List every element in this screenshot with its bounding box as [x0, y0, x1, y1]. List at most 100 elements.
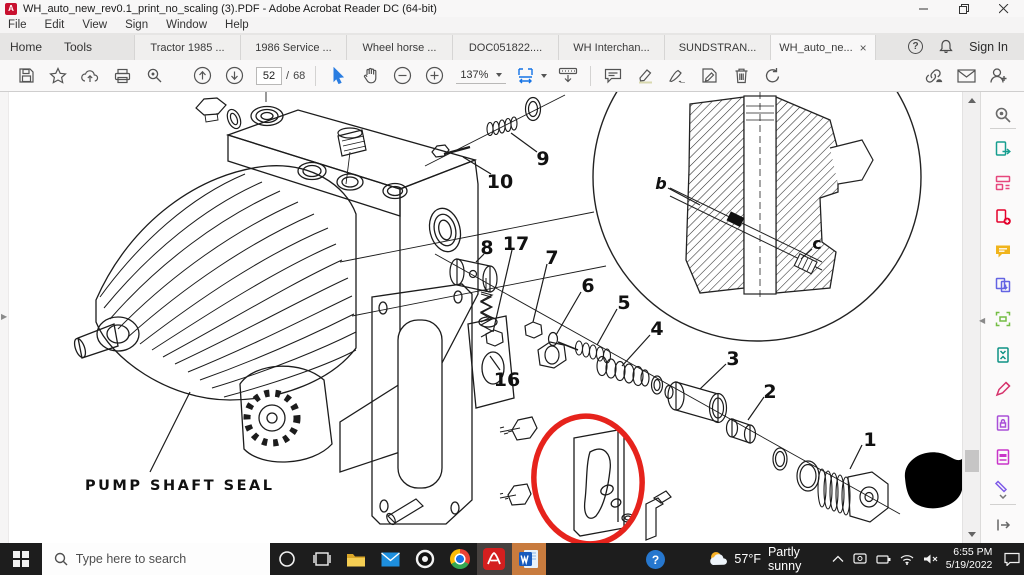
tray-power-icon[interactable] — [876, 554, 891, 565]
acrobat-window: A WH_auto_new_rev0.1_print_no_scaling (3… — [0, 0, 1024, 575]
combine-files-icon[interactable] — [981, 272, 1024, 298]
doc-tab-wh-interchange[interactable]: WH Interchan... — [558, 35, 664, 60]
main-toolbar: / 68 137% — [0, 60, 1024, 92]
left-panel-expand-icon[interactable]: ▶ — [1, 312, 7, 321]
page-number-input[interactable] — [256, 66, 282, 85]
menu-view[interactable]: View — [82, 19, 107, 31]
task-view-icon[interactable] — [304, 543, 339, 575]
comment-icon[interactable] — [600, 63, 626, 89]
doc-tab-tractor-1985[interactable]: Tractor 1985 ... — [134, 35, 240, 60]
email-icon[interactable] — [953, 63, 979, 89]
pdf-document-area: 1 2 3 4 5 6 7 8 9 10 16 17 b c PUMP SHAF… — [0, 92, 1024, 543]
chevron-down-icon — [496, 73, 503, 77]
windows-logo-icon — [13, 551, 29, 567]
menu-sign[interactable]: Sign — [125, 19, 148, 31]
trash-icon[interactable] — [728, 63, 754, 89]
save-icon[interactable] — [13, 63, 39, 89]
zoom-out-icon[interactable] — [389, 63, 415, 89]
print-icon[interactable] — [109, 63, 135, 89]
ring-app-icon[interactable] — [408, 543, 443, 575]
chevron-down-icon — [541, 73, 548, 78]
menu-file[interactable]: File — [8, 19, 27, 31]
word-taskbar-icon[interactable] — [511, 543, 547, 575]
expand-panel-icon[interactable] — [981, 512, 1024, 538]
tray-chevron-up-icon[interactable] — [832, 555, 844, 563]
partly-sunny-icon — [709, 552, 727, 565]
fit-width-icon[interactable] — [515, 63, 549, 89]
rotate-icon[interactable] — [760, 63, 786, 89]
cortana-icon[interactable] — [270, 543, 305, 575]
edit-pdf-icon[interactable] — [981, 306, 1024, 332]
comment-tool-icon[interactable] — [981, 238, 1024, 264]
highlight-icon[interactable] — [632, 63, 658, 89]
sign-in-button[interactable]: Sign In — [969, 40, 1008, 54]
upload-cloud-icon[interactable] — [77, 63, 103, 89]
svg-text:?: ? — [652, 553, 659, 567]
start-button[interactable] — [0, 543, 42, 575]
tab-tools[interactable]: Tools — [52, 33, 104, 60]
tab-close-icon[interactable]: × — [860, 41, 867, 55]
weather-widget[interactable]: 57°F Partly sunny — [707, 543, 828, 575]
tab-bar: Home Tools Tractor 1985 ... 1986 Service… — [0, 33, 1024, 60]
scrollbar-thumb[interactable] — [965, 450, 979, 472]
file-explorer-icon[interactable] — [339, 543, 374, 575]
zoom-level-value: 137% — [460, 69, 489, 81]
clock-date: 5/19/2022 — [945, 559, 993, 571]
get-help-icon[interactable]: ? — [638, 543, 673, 575]
mail-icon[interactable] — [374, 543, 409, 575]
scroll-up-icon[interactable] — [963, 92, 981, 109]
doc-tab-doc051822[interactable]: DOC051822.... — [452, 35, 558, 60]
menu-help[interactable]: Help — [225, 19, 249, 31]
red-circle-annotation[interactable] — [527, 410, 650, 543]
compress-pdf-icon[interactable] — [981, 342, 1024, 368]
callout-4: 4 — [650, 318, 663, 340]
stamp-icon[interactable] — [696, 63, 722, 89]
vertical-scrollbar[interactable] — [962, 92, 980, 543]
find-icon[interactable] — [141, 63, 167, 89]
close-button[interactable] — [984, 0, 1024, 17]
doc-tab-sundstrand[interactable]: SUNDSTRAN... — [664, 35, 770, 60]
taskbar-search[interactable]: Type here to search — [41, 543, 270, 575]
export-pdf-icon[interactable] — [981, 136, 1024, 162]
menu-edit[interactable]: Edit — [45, 19, 65, 31]
doc-tab-1986-service[interactable]: 1986 Service ... — [240, 35, 346, 60]
redact-icon[interactable] — [981, 444, 1024, 470]
scroll-mode-icon[interactable] — [555, 63, 581, 89]
star-favorite-icon[interactable] — [45, 63, 71, 89]
tray-wifi-icon[interactable] — [900, 554, 914, 565]
fill-sign-tool-icon[interactable] — [981, 376, 1024, 402]
hand-tool-icon[interactable] — [357, 63, 383, 89]
organize-pages-icon[interactable] — [981, 170, 1024, 196]
more-tools-icon[interactable] — [981, 476, 1024, 502]
acrobat-taskbar-icon[interactable] — [477, 543, 512, 575]
menu-window[interactable]: Window — [166, 19, 207, 31]
restore-button[interactable] — [944, 0, 984, 17]
fill-sign-icon[interactable] — [664, 63, 690, 89]
select-tool-icon[interactable] — [325, 63, 351, 89]
page-total: 68 — [293, 69, 306, 82]
protect-pdf-icon[interactable] — [981, 410, 1024, 436]
tab-home[interactable]: Home — [0, 33, 52, 60]
create-pdf-icon[interactable] — [981, 204, 1024, 230]
search-icon[interactable] — [981, 102, 1024, 128]
help-icon[interactable]: ? — [908, 39, 924, 54]
tray-volume-muted-icon[interactable] — [923, 553, 938, 565]
zoom-in-icon[interactable] — [421, 63, 447, 89]
callout-16: 16 — [494, 369, 520, 391]
doc-tab-active-wh-auto[interactable]: WH_auto_ne... × — [770, 35, 876, 60]
minimize-button[interactable] — [904, 0, 944, 17]
add-person-icon[interactable] — [985, 63, 1011, 89]
notifications-bell-icon[interactable] — [939, 39, 953, 54]
next-page-icon[interactable] — [221, 63, 247, 89]
doc-tab-wheel-horse[interactable]: Wheel horse ... — [346, 35, 452, 60]
taskbar-clock[interactable]: 6:55 PM 5/19/2022 — [942, 543, 1001, 575]
share-link-icon[interactable] — [921, 63, 947, 89]
tray-device-icon[interactable] — [853, 553, 867, 565]
zoom-level-select[interactable]: 137% — [456, 67, 507, 84]
previous-page-icon[interactable] — [189, 63, 215, 89]
window-title: WH_auto_new_rev0.1_print_no_scaling (3).… — [23, 2, 437, 15]
action-center-icon[interactable] — [1000, 543, 1024, 575]
scroll-down-icon[interactable] — [963, 526, 981, 543]
chrome-icon[interactable] — [443, 543, 478, 575]
title-bar: A WH_auto_new_rev0.1_print_no_scaling (3… — [0, 0, 1024, 17]
